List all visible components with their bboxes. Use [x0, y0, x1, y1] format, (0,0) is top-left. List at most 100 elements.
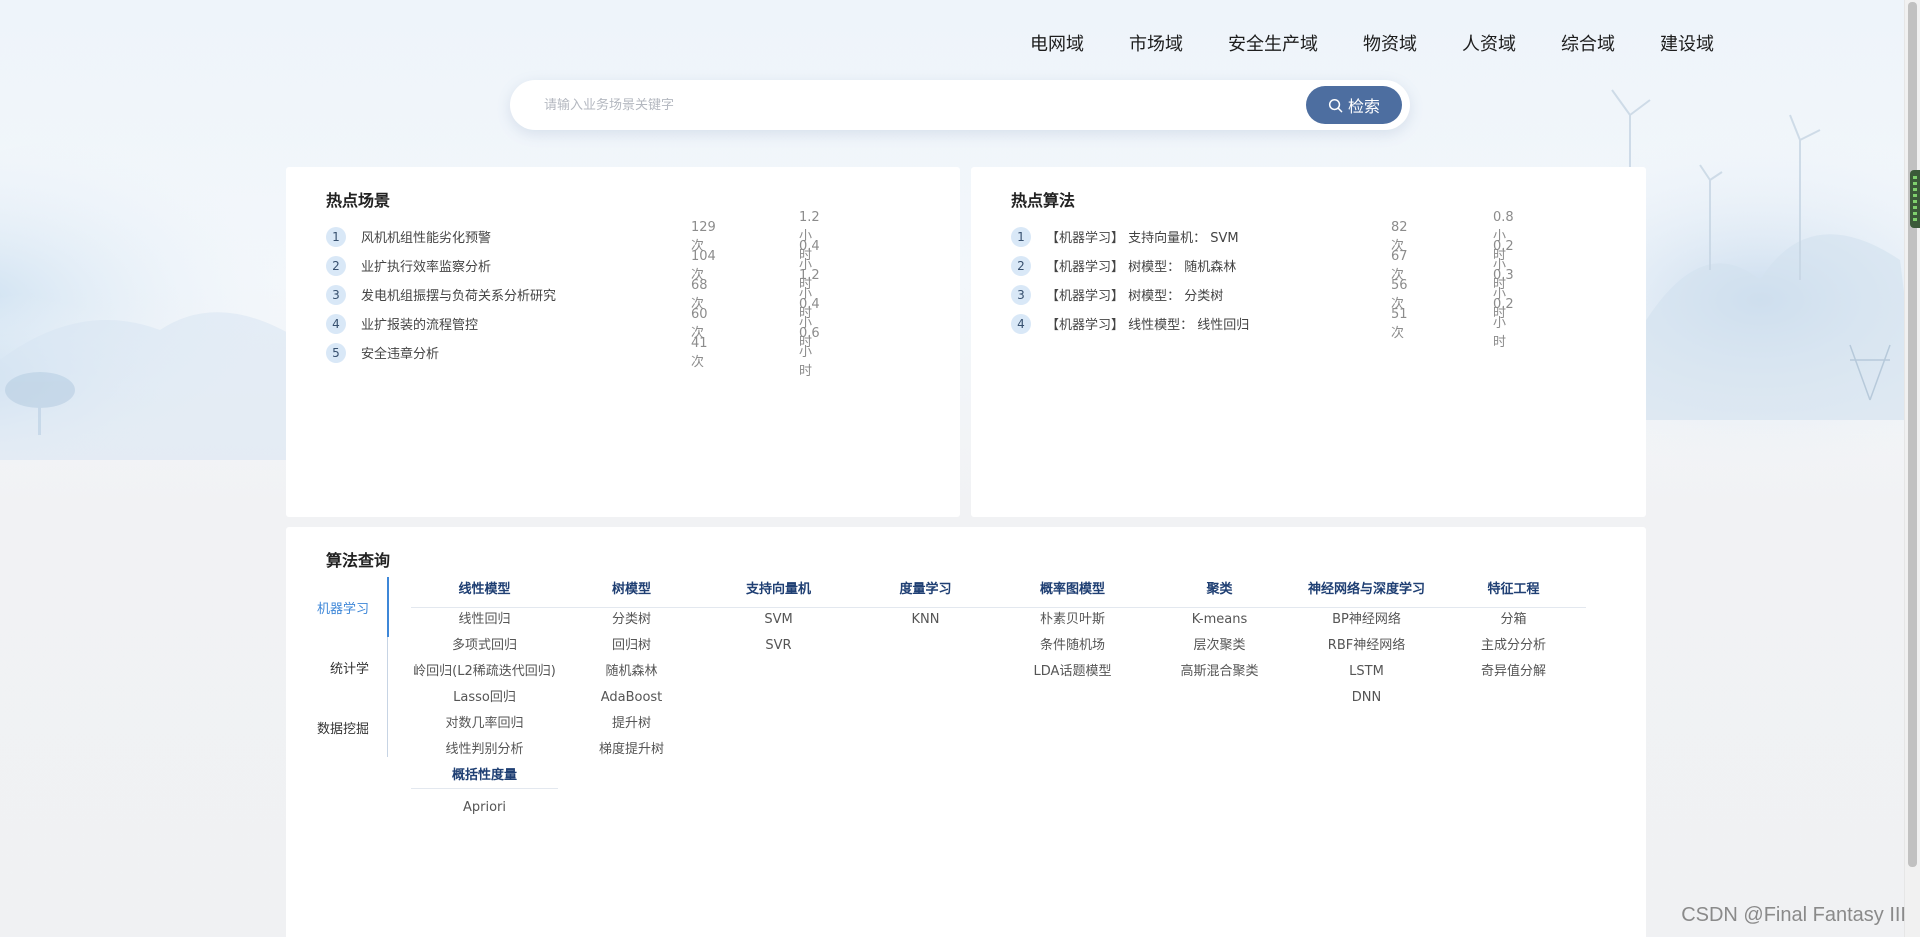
list-item[interactable]: 3 发电机组振摆与负荷关系分析研究 68次 1.2小时: [326, 268, 820, 321]
algorithm-name[interactable]: 【机器学习】 树模型： 分类树: [1046, 285, 1376, 304]
scrollbar-thumb[interactable]: [1908, 2, 1917, 867]
nav-item-materials-domain[interactable]: 物资域: [1363, 30, 1417, 56]
algorithm-link[interactable]: DNN: [1293, 685, 1440, 711]
watermark: CSDN @Final Fantasy III: [1681, 904, 1906, 926]
column-feature-engineering: 特征工程 分箱 主成分分析 奇异值分解: [1440, 577, 1587, 685]
nav-item-safety-production-domain[interactable]: 安全生产域: [1228, 30, 1318, 56]
column-tree-model: 树模型 分类树 回归树 随机森林 AdaBoost 提升树 梯度提升树: [558, 577, 705, 763]
algorithm-link[interactable]: 随机森林: [558, 659, 705, 685]
algorithm-link[interactable]: K-means: [1146, 607, 1293, 633]
algorithm-link[interactable]: SVR: [705, 633, 852, 659]
algorithm-link[interactable]: 多项式回归: [411, 633, 558, 659]
algorithm-link[interactable]: 层次聚类: [1146, 633, 1293, 659]
algorithm-link[interactable]: AdaBoost: [558, 685, 705, 711]
algorithm-name[interactable]: 【机器学习】 树模型： 随机森林: [1046, 256, 1376, 275]
list-item[interactable]: 1 风机机组性能劣化预警 129次 1.2小时: [326, 210, 820, 263]
search-bar: 检索: [510, 80, 1410, 130]
hot-algorithms-title: 热点算法: [1011, 191, 1076, 210]
nav-item-grid-domain[interactable]: 电网域: [1030, 30, 1084, 56]
algorithm-link[interactable]: BP神经网络: [1293, 607, 1440, 633]
algorithm-name[interactable]: 【机器学习】 支持向量机： SVM: [1046, 227, 1376, 246]
rank-badge: 4: [1011, 313, 1031, 334]
category-tabs: 机器学习 统计学 数据挖掘: [317, 577, 389, 757]
column-metric-learning: 度量学习 KNN: [852, 577, 999, 633]
scene-name[interactable]: 安全违章分析: [361, 343, 691, 362]
algorithm-link[interactable]: 朴素贝叶斯: [999, 607, 1146, 633]
page-scrollbar[interactable]: [1904, 0, 1920, 937]
side-widget-icon[interactable]: [1910, 170, 1920, 228]
search-button-label: 检索: [1347, 97, 1380, 116]
column-svm: 支持向量机 SVM SVR: [705, 577, 852, 659]
rank-badge: 5: [326, 342, 346, 363]
algorithm-link[interactable]: Lasso回归: [411, 685, 558, 711]
rank-badge: 2: [1011, 255, 1031, 276]
nav-item-construction-domain[interactable]: 建设域: [1660, 30, 1714, 56]
algorithm-link[interactable]: LDA话题模型: [999, 659, 1146, 685]
algorithm-name[interactable]: 【机器学习】 线性模型： 线性回归: [1046, 314, 1376, 333]
scene-name[interactable]: 业扩报装的流程管控: [361, 314, 691, 333]
tab-statistics[interactable]: 统计学: [326, 637, 387, 697]
algorithm-link[interactable]: LSTM: [1293, 659, 1440, 685]
list-item[interactable]: 4 业扩报装的流程管控 60次 0.4小时: [326, 297, 820, 350]
tab-data-mining[interactable]: 数据挖掘: [317, 697, 387, 757]
rank-badge: 3: [1011, 284, 1031, 305]
algorithm-query-panel: 算法查询 机器学习 统计学 数据挖掘 线性模型 线性回归 多项式回归 岭回归(L…: [286, 527, 1646, 937]
column-neural-network: 神经网络与深度学习 BP神经网络 RBF神经网络 LSTM DNN: [1293, 577, 1440, 711]
duration: 0.2小时: [1493, 297, 1514, 350]
algorithm-link[interactable]: 分箱: [1440, 607, 1587, 633]
column-clustering: 聚类 K-means 层次聚类 高斯混合聚类: [1146, 577, 1293, 685]
algorithm-link[interactable]: 梯度提升树: [558, 737, 705, 763]
column-header: 线性模型: [458, 582, 511, 597]
rank-badge: 1: [1011, 226, 1031, 247]
column-header: 度量学习: [899, 582, 952, 597]
algorithm-link[interactable]: KNN: [852, 607, 999, 633]
algorithm-link[interactable]: 线性判别分析: [411, 737, 558, 763]
column-header: 概率图模型: [1039, 582, 1105, 597]
rank-badge: 3: [326, 284, 346, 305]
algorithm-link[interactable]: 条件随机场: [999, 633, 1146, 659]
column-header: 支持向量机: [745, 582, 811, 597]
nav-item-general-domain[interactable]: 综合域: [1561, 30, 1615, 56]
hot-scenes-list: 1 风机机组性能劣化预警 129次 1.2小时 2 业扩执行效率监察分析 104…: [326, 210, 820, 379]
algorithm-link[interactable]: 对数几率回归: [411, 711, 558, 737]
list-item[interactable]: 2 【机器学习】 树模型： 随机森林 67次 0.2小时: [1011, 239, 1514, 292]
search-button[interactable]: 检索: [1306, 86, 1402, 124]
tab-machine-learning[interactable]: 机器学习: [317, 577, 389, 637]
algorithm-query-title: 算法查询: [326, 551, 391, 570]
list-item[interactable]: 5 安全违章分析 41次 0.6小时: [326, 326, 820, 379]
scene-name[interactable]: 发电机组振摆与负荷关系分析研究: [361, 285, 691, 304]
list-item[interactable]: 3 【机器学习】 树模型： 分类树 56次 0.3小时: [1011, 268, 1514, 321]
algorithm-link[interactable]: 提升树: [558, 711, 705, 737]
rank-badge: 4: [326, 313, 346, 334]
scene-name[interactable]: 业扩执行效率监察分析: [361, 256, 691, 275]
search-icon: [1328, 98, 1343, 112]
algorithm-link[interactable]: 分类树: [558, 607, 705, 633]
algorithm-link[interactable]: 高斯混合聚类: [1146, 659, 1293, 685]
algorithm-link[interactable]: RBF神经网络: [1293, 633, 1440, 659]
column-header: 聚类: [1206, 582, 1233, 597]
rank-badge: 2: [326, 255, 346, 276]
algorithm-link[interactable]: Apriori: [411, 795, 558, 821]
algorithm-link[interactable]: 线性回归: [411, 607, 558, 633]
search-input[interactable]: [544, 97, 1304, 113]
column-header: 神经网络与深度学习: [1307, 582, 1425, 597]
hot-scenes-title: 热点场景: [326, 191, 391, 210]
list-item[interactable]: 1 【机器学习】 支持向量机： SVM 82次 0.8小时: [1011, 210, 1514, 263]
algorithm-link[interactable]: 主成分分析: [1440, 633, 1587, 659]
nav-item-hr-domain[interactable]: 人资域: [1462, 30, 1516, 56]
algorithm-link[interactable]: SVM: [705, 607, 852, 633]
column-header: 特征工程: [1487, 582, 1540, 597]
top-navigation: 电网域 市场域 安全生产域 物资域 人资域 综合域 建设域: [1030, 30, 1759, 56]
algorithm-link[interactable]: 岭回归(L2稀疏迭代回归): [411, 659, 558, 685]
list-item[interactable]: 4 【机器学习】 线性模型： 线性回归 51次 0.2小时: [1011, 297, 1514, 350]
scene-name[interactable]: 风机机组性能劣化预警: [361, 227, 691, 246]
usage-count: 41次: [691, 335, 708, 370]
list-item[interactable]: 2 业扩执行效率监察分析 104次 0.4小时: [326, 239, 820, 292]
algorithm-link[interactable]: 回归树: [558, 633, 705, 659]
column-linear-model: 线性模型 线性回归 多项式回归 岭回归(L2稀疏迭代回归) Lasso回归 对数…: [411, 577, 558, 821]
algorithm-link[interactable]: 奇异值分解: [1440, 659, 1587, 685]
nav-item-market-domain[interactable]: 市场域: [1129, 30, 1183, 56]
usage-count: 51次: [1391, 306, 1408, 341]
column-subheader: 概括性度量: [411, 763, 558, 789]
hot-algorithms-list: 1 【机器学习】 支持向量机： SVM 82次 0.8小时 2 【机器学习】 树…: [1011, 210, 1514, 350]
